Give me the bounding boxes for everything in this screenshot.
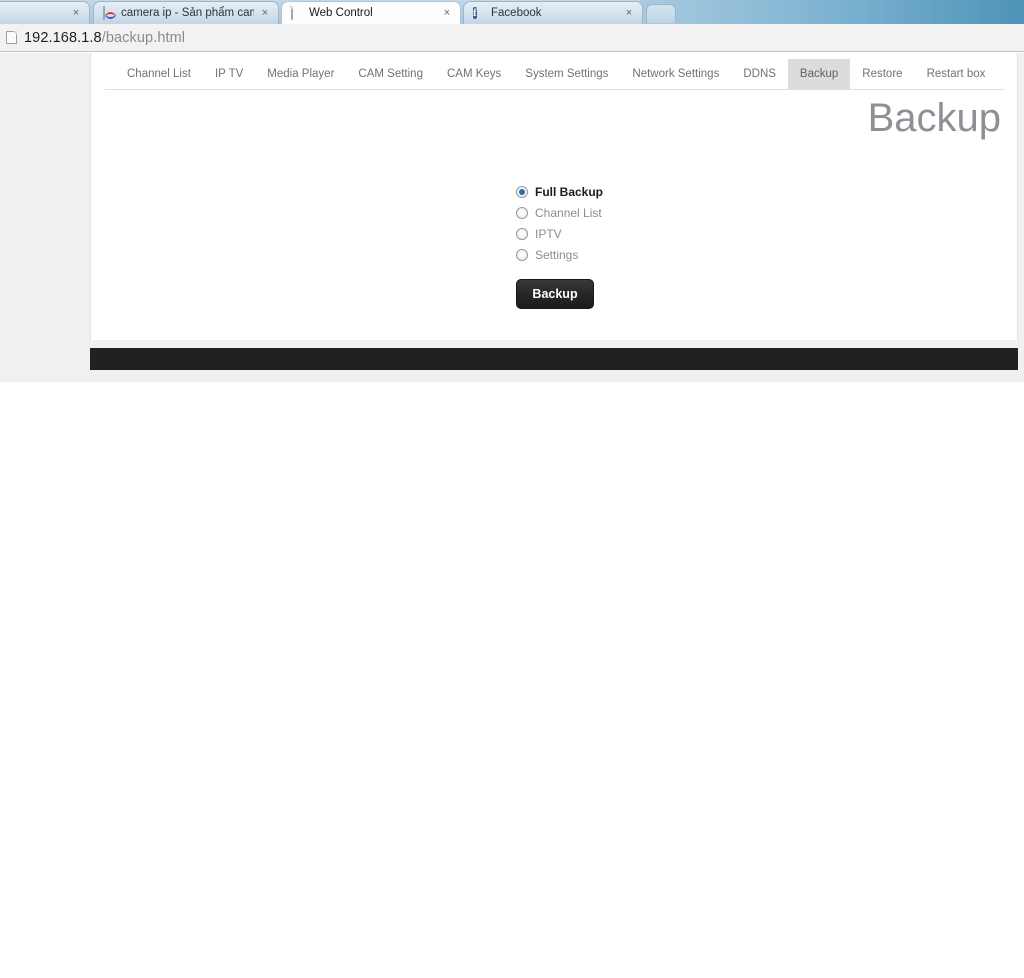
radio-full-backup-label: Full Backup bbox=[535, 184, 604, 199]
radio-row-settings[interactable]: Settings bbox=[516, 244, 603, 265]
nav-divider bbox=[105, 89, 1005, 90]
radio-full-backup[interactable] bbox=[516, 185, 528, 198]
nav-item-restart-box[interactable]: Restart box bbox=[915, 59, 998, 89]
address-bar-path: /backup.html bbox=[101, 29, 186, 46]
nav-item-ddns-label: DDNS bbox=[743, 68, 776, 80]
browser-tab-web-control-title: Web Control bbox=[309, 7, 373, 19]
nav-item-media-player-label: Media Player bbox=[267, 68, 335, 80]
nav-item-cam-setting[interactable]: CAM Setting bbox=[346, 59, 435, 89]
nav-item-media-player[interactable]: Media Player bbox=[255, 59, 346, 89]
browser-tab-camera-ip-close-icon[interactable]: × bbox=[258, 7, 272, 19]
browser-chrome: × camera ip - Sản phẩm cam × Web Control… bbox=[0, 0, 1024, 24]
radio-settings-label: Settings bbox=[535, 247, 579, 262]
nav-item-restore-label: Restore bbox=[862, 68, 903, 80]
backup-submit-button[interactable]: Backup bbox=[516, 279, 594, 309]
page-title: Backup bbox=[867, 96, 1001, 140]
browser-tab-web-control-close-icon[interactable]: × bbox=[440, 7, 454, 19]
radio-iptv-label: IPTV bbox=[535, 226, 562, 241]
nav-item-restore[interactable]: Restore bbox=[850, 59, 914, 89]
nav-item-ip-tv[interactable]: IP TV bbox=[203, 59, 255, 89]
nav-item-cam-keys-label: CAM Keys bbox=[446, 68, 502, 80]
address-bar-host: 192.168.1.8 bbox=[24, 29, 102, 46]
page-viewport: Channel List IP TV Media Player CAM Sett… bbox=[0, 53, 1024, 382]
page-footer-bar bbox=[90, 348, 1018, 370]
browser-tab-camera-ip[interactable]: camera ip - Sản phẩm cam × bbox=[93, 1, 279, 24]
browser-tab-0-close-icon[interactable]: × bbox=[69, 7, 83, 19]
radio-row-full-backup[interactable]: Full Backup bbox=[516, 181, 603, 202]
nav-item-ip-tv-label: IP TV bbox=[214, 68, 244, 80]
camera-icon bbox=[103, 5, 116, 20]
radio-channel-list-label: Channel List bbox=[535, 205, 602, 220]
facebook-icon: f bbox=[473, 6, 477, 19]
radio-iptv[interactable] bbox=[516, 227, 528, 240]
below-fold-area bbox=[0, 382, 1024, 978]
backup-form: Full Backup Channel List IPTV Settings B… bbox=[516, 181, 603, 309]
nav-item-backup-label: Backup bbox=[799, 68, 839, 80]
nav-item-restart-box-label: Restart box bbox=[926, 68, 986, 80]
nav-item-channel-list[interactable]: Channel List bbox=[115, 59, 203, 89]
nav-item-system-settings-label: System Settings bbox=[525, 68, 609, 80]
nav-item-system-settings[interactable]: System Settings bbox=[513, 59, 620, 89]
browser-tab-facebook-title: Facebook bbox=[491, 7, 542, 19]
page-icon bbox=[291, 5, 304, 20]
browser-tabstrip: × camera ip - Sản phẩm cam × Web Control… bbox=[0, 0, 1024, 24]
nav-item-cam-setting-label: CAM Setting bbox=[358, 68, 423, 80]
radio-channel-list[interactable] bbox=[516, 206, 528, 219]
nav-item-cam-keys[interactable]: CAM Keys bbox=[435, 59, 513, 89]
nav-item-network-settings-label: Network Settings bbox=[632, 68, 720, 80]
main-navigation: Channel List IP TV Media Player CAM Sett… bbox=[91, 53, 1017, 89]
browser-tab-web-control[interactable]: Web Control × bbox=[281, 1, 461, 24]
browser-tab-facebook[interactable]: f Facebook × bbox=[463, 1, 643, 24]
nav-item-backup[interactable]: Backup bbox=[787, 59, 851, 89]
browser-tab-camera-ip-title: camera ip - Sản phẩm cam bbox=[121, 7, 254, 19]
nav-item-network-settings[interactable]: Network Settings bbox=[620, 59, 731, 89]
content-panel: Channel List IP TV Media Player CAM Sett… bbox=[90, 53, 1018, 340]
address-bar-url[interactable]: 192.168.1.8/backup.html bbox=[24, 30, 185, 46]
nav-item-ddns[interactable]: DDNS bbox=[731, 59, 788, 89]
page-icon bbox=[6, 31, 17, 44]
browser-toolbar: 192.168.1.8/backup.html bbox=[0, 24, 1024, 52]
browser-tab-facebook-close-icon[interactable]: × bbox=[622, 7, 636, 19]
browser-tab-0[interactable]: × bbox=[0, 1, 90, 24]
radio-settings[interactable] bbox=[516, 248, 528, 261]
radio-row-channel-list[interactable]: Channel List bbox=[516, 202, 603, 223]
nav-item-channel-list-label: Channel List bbox=[127, 68, 191, 80]
radio-row-iptv[interactable]: IPTV bbox=[516, 223, 603, 244]
new-tab-button[interactable] bbox=[646, 4, 676, 23]
